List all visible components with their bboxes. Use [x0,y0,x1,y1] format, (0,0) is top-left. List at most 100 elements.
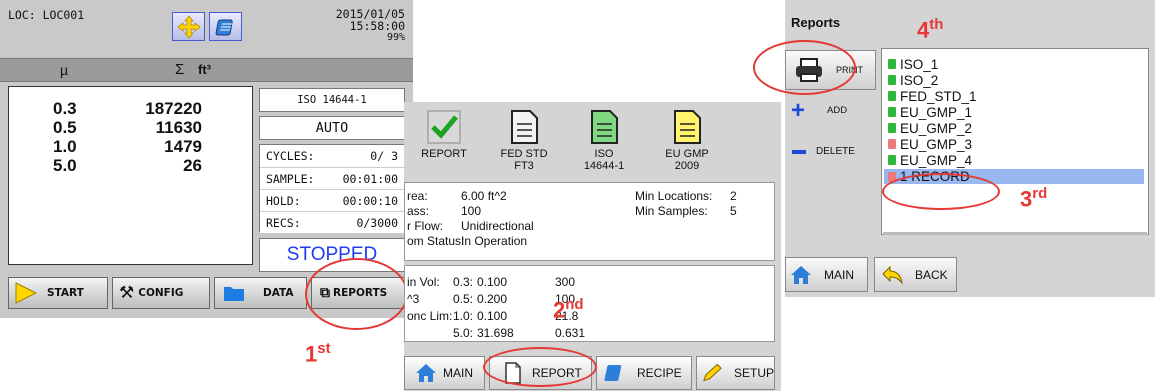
tab-label: EU GMP [665,148,709,160]
report-list-item[interactable]: ISO_2 [888,73,938,88]
home-icon [791,265,811,284]
report-type-tab[interactable]: EU GMP 2009 [647,102,727,178]
report-setup-screen: REPORT FED STD FT3 ISO 14644-1 EU GMP 2009 rea… [404,102,781,391]
callout-ring-reports [305,258,408,330]
callout-ring-record [882,173,1000,210]
data-label: DATA [263,287,294,299]
stat-row: SAMPLE: 00:01:00 [260,167,404,189]
stat-value: 0/ 3 [370,149,398,163]
move-button[interactable] [172,12,205,41]
scrollbar[interactable] [883,232,1147,235]
document-icon [511,110,538,144]
back-button[interactable]: BACK [874,257,957,292]
checkmark-icon [427,110,461,144]
info-value: 2 [730,189,737,203]
report-name: ISO_1 [900,56,939,72]
report-type-tab[interactable]: REPORT [404,102,484,178]
add-button[interactable]: + ADD [785,94,876,127]
info-label: rea: [407,189,428,203]
battery-percent: 99% [386,32,405,43]
sum-header: Σ [175,61,185,78]
document-icon [888,123,896,133]
run-stats: CYCLES: 0/ 3 SAMPLE: 00:01:00 HOLD: 00:00:10 R… [259,144,405,233]
tab-label: ISO [594,148,614,160]
document-icon [888,139,896,149]
limit-size: 0.3: [453,275,474,289]
limit-concentration: 0.631 [555,326,586,340]
info-label: r Flow: [407,219,443,233]
count-value: 187220 [145,99,202,118]
count-size: 0.5 [53,118,77,137]
data-button[interactable]: DATA [214,277,307,309]
start-button[interactable]: START [8,277,108,309]
limit-size: 1.0: [453,309,474,323]
tab-label: REPORT [421,148,467,160]
main-button[interactable]: MAIN [785,257,868,292]
report-list-item[interactable]: FED_STD_1 [888,89,977,104]
time-text: 15:58:00 [349,19,405,33]
tab-sublabel: 2009 [674,160,700,172]
document-icon [591,110,618,144]
info-value: In Operation [461,234,528,248]
count-size: 5.0 [53,156,77,175]
step-2-callout: 2nd [553,296,584,323]
particle-counts-table: 0.3 187220 0.5 11630 1.0 1479 5.0 26 [8,86,253,265]
limit-concentration: 300 [555,275,576,289]
report-name: EU_GMP_4 [900,152,973,168]
limit-volume: 31.698 [477,326,514,340]
stat-row: RECS: 0/3000 [260,211,404,233]
report-type-tab[interactable]: ISO 14644-1 [564,102,644,178]
datetime-block: 2015/01/05 15:58:00 99% [336,8,405,44]
micron-header: µ [60,62,69,78]
info-value: 5 [730,204,737,218]
stat-label: CYCLES: [266,149,315,163]
notepad-icon [604,365,622,381]
setup-button[interactable]: SETUP [696,356,775,390]
stat-label: SAMPLE: [266,171,315,186]
tools-icon: ⚒ [119,283,135,303]
screen-title: Reports [791,15,841,30]
report-list-item[interactable]: ISO_1 [888,56,939,72]
report-name: EU_GMP_1 [900,104,973,120]
limit-size: 0.5: [453,292,474,306]
home-icon [416,364,436,382]
move-arrows-icon [176,14,201,39]
limit-label: in Vol: [407,275,440,289]
info-value: 100 [461,204,482,218]
report-list-item[interactable]: EU_GMP_3 [888,136,973,152]
notes-button[interactable] [209,12,242,41]
stat-row: CYCLES: 0/ 3 [260,145,404,167]
main-label: MAIN [443,366,473,380]
config-label: CONFIG [138,287,184,299]
report-list-item[interactable]: EU_GMP_2 [888,120,973,136]
callout-ring-print [753,40,856,95]
report-name: EU_GMP_3 [900,136,973,152]
plus-icon: + [791,96,806,124]
back-arrow-icon [882,265,903,285]
tab-sublabel: FT3 [514,160,534,172]
minus-icon [792,149,806,154]
report-list-item[interactable]: EU_GMP_1 [888,104,973,120]
info-label: Min Samples: [635,204,708,218]
room-info-box: rea: 6.00 ft^2 ass: 100 r Flow: Unidirectiona… [404,182,775,261]
document-icon [888,59,896,69]
stat-value: 0/3000 [356,215,398,230]
info-label: om Status: [407,234,465,248]
recipe-button[interactable]: RECIPE [596,356,692,390]
count-value: 1479 [164,137,202,156]
step-3-callout: 3rd [1020,185,1048,212]
count-value: 26 [183,156,202,175]
tab-label: FED STD [500,148,548,160]
back-label: BACK [915,267,948,282]
play-icon [15,282,38,304]
report-name: EU_GMP_2 [900,120,973,136]
setup-label: SETUP [733,366,774,380]
report-type-tab[interactable]: FED STD FT3 [484,102,564,178]
config-button[interactable]: ⚒ CONFIG [112,277,210,309]
main-button[interactable]: MAIN [404,356,485,390]
info-value: 6.00 ft^2 [461,189,507,203]
delete-button[interactable]: DELETE [785,135,876,168]
start-label: START [47,287,84,299]
report-list-item[interactable]: EU_GMP_4 [888,152,973,168]
notepad-icon [215,19,233,35]
